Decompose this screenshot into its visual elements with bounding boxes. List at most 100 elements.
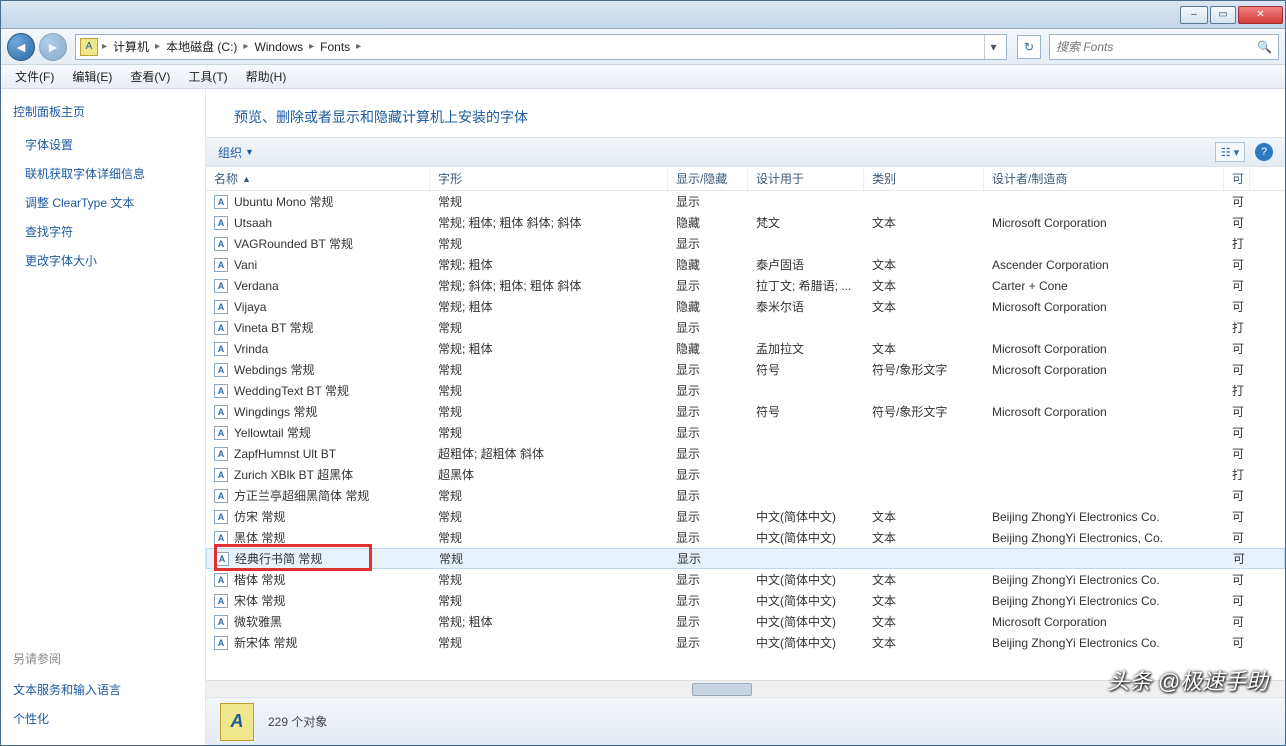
font-icon: A bbox=[214, 510, 228, 524]
font-last-cell: 可 bbox=[1224, 571, 1250, 588]
col-designed-for[interactable]: 设计用于 bbox=[748, 167, 864, 190]
fonts-folder-icon: A bbox=[220, 703, 254, 741]
sidebar-link-text-services[interactable]: 文本服务和输入语言 bbox=[13, 677, 193, 702]
table-row[interactable]: A宋体 常规常规显示中文(简体中文)文本Beijing ZhongYi Elec… bbox=[206, 590, 1285, 611]
menu-help[interactable]: 帮助(H) bbox=[238, 66, 295, 87]
sidebar-heading[interactable]: 控制面板主页 bbox=[13, 103, 193, 120]
font-name: 黑体 常规 bbox=[234, 529, 285, 546]
font-design-cell: 中文(简体中文) bbox=[748, 613, 864, 630]
font-name: 方正兰亭超细黑简体 常规 bbox=[234, 487, 369, 504]
table-row[interactable]: AUtsaah常规; 粗体; 粗体 斜体; 斜体隐藏梵文文本Microsoft … bbox=[206, 212, 1285, 233]
col-show-hide[interactable]: 显示/隐藏 bbox=[668, 167, 748, 190]
font-icon: A bbox=[214, 363, 228, 377]
font-category-cell: 文本 bbox=[864, 214, 984, 231]
table-row[interactable]: AVineta BT 常规常规显示打 bbox=[206, 317, 1285, 338]
table-row[interactable]: AVani常规; 粗体隐藏泰卢固语文本Ascender Corporation可 bbox=[206, 254, 1285, 275]
font-show-cell: 显示 bbox=[668, 403, 748, 420]
table-row[interactable]: A仿宋 常规常规显示中文(简体中文)文本Beijing ZhongYi Elec… bbox=[206, 506, 1285, 527]
font-category-cell: 文本 bbox=[864, 508, 984, 525]
sidebar-see-also-heading: 另请参阅 bbox=[13, 650, 193, 667]
search-input[interactable] bbox=[1056, 40, 1257, 54]
col-category[interactable]: 类别 bbox=[864, 167, 984, 190]
search-icon[interactable]: 🔍 bbox=[1257, 40, 1272, 54]
table-row[interactable]: A方正兰亭超细黑简体 常规常规显示可 bbox=[206, 485, 1285, 506]
font-show-cell: 显示 bbox=[668, 319, 748, 336]
table-row[interactable]: A微软雅黑常规; 粗体显示中文(简体中文)文本Microsoft Corpora… bbox=[206, 611, 1285, 632]
font-style-cell: 常规; 粗体; 粗体 斜体; 斜体 bbox=[430, 214, 668, 231]
font-last-cell: 可 bbox=[1224, 193, 1250, 210]
font-style-cell: 常规; 粗体 bbox=[430, 613, 668, 630]
font-show-cell: 显示 bbox=[668, 193, 748, 210]
font-name: 经典行书简 常规 bbox=[235, 550, 322, 567]
font-mfr-cell: Beijing ZhongYi Electronics Co. bbox=[984, 594, 1224, 608]
col-name[interactable]: 名称▲ bbox=[206, 167, 430, 190]
table-row[interactable]: AVerdana常规; 斜体; 粗体; 粗体 斜体显示拉丁文; 希腊语; ...… bbox=[206, 275, 1285, 296]
font-icon: A bbox=[214, 258, 228, 272]
column-headers: 名称▲ 字形 显示/隐藏 设计用于 类别 设计者/制造商 可 bbox=[206, 167, 1285, 191]
font-icon: A bbox=[214, 468, 228, 482]
table-row[interactable]: A新宋体 常规常规显示中文(简体中文)文本Beijing ZhongYi Ele… bbox=[206, 632, 1285, 653]
table-row[interactable]: AUbuntu Mono 常规常规显示可 bbox=[206, 191, 1285, 212]
table-row[interactable]: AVAGRounded BT 常规常规显示打 bbox=[206, 233, 1285, 254]
crumb-windows[interactable]: Windows bbox=[248, 40, 309, 54]
sidebar-link-personalization[interactable]: 个性化 bbox=[13, 706, 193, 731]
list-body[interactable]: AUbuntu Mono 常规常规显示可AUtsaah常规; 粗体; 粗体 斜体… bbox=[206, 191, 1285, 680]
back-button[interactable]: ◄ bbox=[7, 33, 35, 61]
sidebar-link-font-settings[interactable]: 字体设置 bbox=[13, 132, 193, 157]
breadcrumb[interactable]: A ▸ 计算机▸ 本地磁盘 (C:)▸ Windows▸ Fonts▸ ▾ bbox=[75, 34, 1007, 60]
table-row[interactable]: A楷体 常规常规显示中文(简体中文)文本Beijing ZhongYi Elec… bbox=[206, 569, 1285, 590]
maximize-button[interactable]: ▭ bbox=[1210, 6, 1236, 24]
crumb-fonts[interactable]: Fonts bbox=[314, 40, 356, 54]
status-count: 229 个对象 bbox=[268, 713, 327, 730]
refresh-button[interactable]: ↻ bbox=[1017, 35, 1041, 59]
sidebar-link-online-details[interactable]: 联机获取字体详细信息 bbox=[13, 161, 193, 186]
sidebar-link-font-size[interactable]: 更改字体大小 bbox=[13, 248, 193, 273]
sidebar-link-find-char[interactable]: 查找字符 bbox=[13, 219, 193, 244]
table-row[interactable]: A经典行书简 常规常规显示可 bbox=[206, 548, 1285, 569]
font-name: Vani bbox=[234, 258, 257, 272]
table-row[interactable]: AVrinda常规; 粗体隐藏孟加拉文文本Microsoft Corporati… bbox=[206, 338, 1285, 359]
help-button[interactable]: ? bbox=[1255, 143, 1273, 161]
search-box[interactable]: 🔍 bbox=[1049, 34, 1279, 60]
font-name: Webdings 常规 bbox=[234, 361, 314, 378]
sidebar-link-cleartype[interactable]: 调整 ClearType 文本 bbox=[13, 190, 193, 215]
table-row[interactable]: AVijaya常规; 粗体隐藏泰米尔语文本Microsoft Corporati… bbox=[206, 296, 1285, 317]
font-show-cell: 隐藏 bbox=[668, 298, 748, 315]
view-mode-button[interactable]: ☷ ▾ bbox=[1215, 142, 1245, 162]
font-show-cell: 显示 bbox=[668, 361, 748, 378]
font-last-cell: 可 bbox=[1224, 403, 1250, 420]
font-name: Verdana bbox=[234, 279, 279, 293]
col-style[interactable]: 字形 bbox=[430, 167, 668, 190]
breadcrumb-dropdown[interactable]: ▾ bbox=[984, 35, 1002, 59]
crumb-computer[interactable]: 计算机 bbox=[107, 38, 155, 55]
forward-button[interactable]: ► bbox=[39, 33, 67, 61]
table-row[interactable]: AZurich XBlk BT 超黑体超黑体显示打 bbox=[206, 464, 1285, 485]
font-icon: A bbox=[214, 615, 228, 629]
table-row[interactable]: AWebdings 常规常规显示符号符号/象形文字Microsoft Corpo… bbox=[206, 359, 1285, 380]
col-last[interactable]: 可 bbox=[1224, 167, 1250, 190]
table-row[interactable]: AWingdings 常规常规显示符号符号/象形文字Microsoft Corp… bbox=[206, 401, 1285, 422]
toolbar: 组织 ▼ ☷ ▾ ? bbox=[206, 137, 1285, 167]
horizontal-scrollbar[interactable] bbox=[206, 680, 1285, 697]
font-design-cell: 拉丁文; 希腊语; ... bbox=[748, 277, 864, 294]
organize-button[interactable]: 组织 ▼ bbox=[218, 144, 254, 161]
font-name: 仿宋 常规 bbox=[234, 508, 285, 525]
menu-view[interactable]: 查看(V) bbox=[122, 66, 178, 87]
table-row[interactable]: AWeddingText BT 常规常规显示打 bbox=[206, 380, 1285, 401]
crumb-drive[interactable]: 本地磁盘 (C:) bbox=[160, 38, 243, 55]
menu-file[interactable]: 文件(F) bbox=[7, 66, 62, 87]
font-style-cell: 常规; 粗体 bbox=[430, 340, 668, 357]
table-row[interactable]: AZapfHumnst Ult BT超粗体; 超粗体 斜体显示可 bbox=[206, 443, 1285, 464]
font-name: Utsaah bbox=[234, 216, 272, 230]
font-style-cell: 常规 bbox=[430, 382, 668, 399]
minimize-button[interactable]: – bbox=[1180, 6, 1208, 24]
font-design-cell: 泰米尔语 bbox=[748, 298, 864, 315]
font-category-cell: 文本 bbox=[864, 571, 984, 588]
close-button[interactable]: ✕ bbox=[1238, 6, 1283, 24]
menu-edit[interactable]: 编辑(E) bbox=[64, 66, 120, 87]
menu-tools[interactable]: 工具(T) bbox=[180, 66, 235, 87]
table-row[interactable]: A黑体 常规常规显示中文(简体中文)文本Beijing ZhongYi Elec… bbox=[206, 527, 1285, 548]
font-style-cell: 常规 bbox=[430, 424, 668, 441]
col-manufacturer[interactable]: 设计者/制造商 bbox=[984, 167, 1224, 190]
table-row[interactable]: AYellowtail 常规常规显示可 bbox=[206, 422, 1285, 443]
